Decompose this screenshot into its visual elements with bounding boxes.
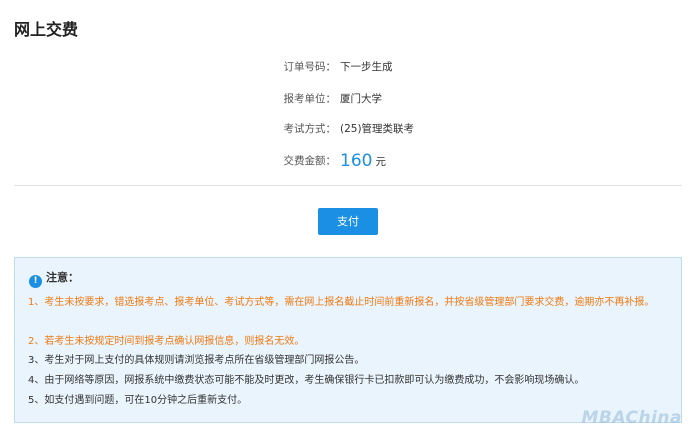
exam-unit-label: 报考单位： [283,93,337,105]
info-icon: ! [29,275,42,288]
pay-button[interactable]: 支付 [318,208,378,235]
exam-mode-row: 考试方式： (25)管理类联考 [0,120,690,138]
watermark-logo: MBAChina [581,408,682,428]
notice-item-2: 2、若考生未按规定时间到报考点确认网报信息，则报名无效。 [28,336,305,347]
payment-amount-row: 交费金额： 160 元 [0,150,690,172]
notice-item-3: 3、考生对于网上支付的具体规则请浏览报考点所在省级管理部门网报公告。 [28,355,365,366]
order-number-label: 订单号码： [283,61,337,73]
order-number-row: 订单号码： 下一步生成 [0,58,690,76]
payment-amount-value-wrap: 160 元 [340,150,386,173]
notice-panel: ! 注意： 1、考生未按要求，错选报考点、报考单位、考试方式等，需在网上报名截止时… [14,257,682,423]
section-divider [14,185,682,186]
notice-item-1: 1、考生未按要求，错选报考点、报考单位、考试方式等，需在网上报名截止时间前重新报… [28,297,655,308]
order-number-value: 下一步生成 [340,61,393,73]
notice-header: ! 注意： [29,270,79,288]
page-title: 网上交费 [14,20,79,39]
notice-title: 注意： [46,271,79,284]
exam-unit-row: 报考单位： 厦门大学 [0,90,690,108]
payment-amount-label: 交费金额： [283,155,337,167]
exam-mode-value: (25)管理类联考 [340,123,415,135]
payment-amount-value: 160 [340,151,373,171]
exam-unit-value: 厦门大学 [340,93,382,105]
notice-item-4: 4、由于网络等原因，网报系统中缴费状态可能不能及时更改，考生确保银行卡已扣款即可… [28,375,585,386]
payment-amount-unit: 元 [375,156,386,168]
notice-item-5: 5、如支付遇到问题，可在10分钟之后重新支付。 [28,395,248,406]
exam-mode-label: 考试方式： [283,123,337,135]
